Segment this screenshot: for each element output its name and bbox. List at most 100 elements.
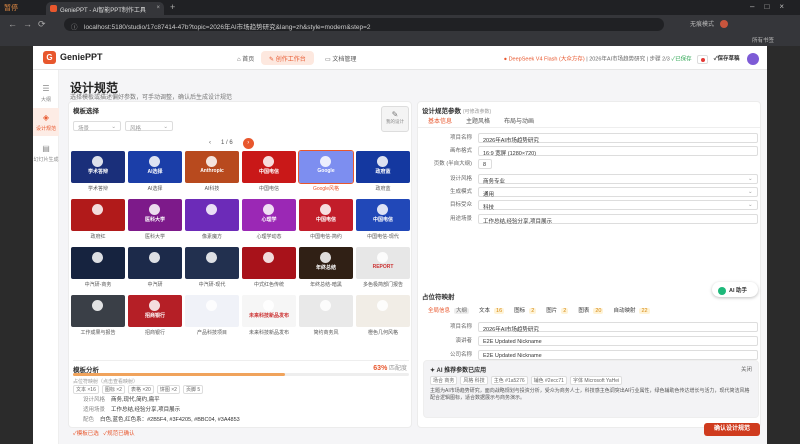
scene-filter[interactable]: 场景 ⌄ bbox=[73, 121, 121, 132]
template-card[interactable]: 像素魔方 bbox=[185, 199, 239, 243]
param-row: 设计风格 商务专业 ⌄ bbox=[428, 174, 758, 185]
param-value[interactable]: 科技 bbox=[478, 200, 758, 211]
template-card[interactable]: 橙色几何风格 bbox=[356, 295, 410, 339]
analysis-row: 适用场景 工作总结,经验分享,项目展示 bbox=[83, 405, 240, 413]
my-design-button[interactable]: ✎ 我的设计 bbox=[381, 106, 409, 132]
profile-avatar[interactable] bbox=[720, 20, 729, 29]
ai-assistant-button[interactable]: AI 助手 bbox=[712, 282, 758, 297]
placeholder-tab[interactable]: 图表 20 bbox=[578, 308, 604, 314]
template-emblem-icon bbox=[206, 156, 217, 167]
template-card[interactable]: 中国电信 中国电信 bbox=[242, 151, 296, 195]
close-tab-icon[interactable]: × bbox=[156, 5, 160, 11]
template-card[interactable]: Anthropic AI科技 bbox=[185, 151, 239, 195]
template-card[interactable]: 中汽研 bbox=[128, 247, 182, 291]
template-emblem-icon bbox=[149, 300, 160, 311]
placeholder-value[interactable]: E2E Updated Nickname bbox=[478, 336, 758, 346]
param-value[interactable]: 通用 bbox=[478, 187, 758, 198]
nav-docs[interactable]: ▭ 文档管理 bbox=[317, 51, 364, 65]
model-selector[interactable]: ● DeepSeek V4 Flash (大众方存) bbox=[504, 56, 585, 62]
template-card[interactable]: 招商银行 招商银行 bbox=[128, 295, 182, 339]
placeholder-tab-count: 2 bbox=[529, 308, 537, 314]
score-value: 63 bbox=[373, 365, 382, 372]
template-card[interactable]: 年终总结 年终总结-暗黑 bbox=[299, 247, 353, 291]
site-info-icon[interactable]: ⓘ bbox=[71, 21, 78, 31]
browser-tab[interactable]: GeniePPT - AI智能PPT制作工具 × bbox=[46, 2, 164, 15]
placeholder-tabs: 全局信息 大纲 文本 16 图标 2 图片 2 图表 20 自动映射 22 bbox=[428, 306, 660, 314]
template-card[interactable]: Google Google风格 bbox=[298, 150, 354, 195]
template-thumbnail bbox=[299, 295, 353, 327]
sidebar-item-slides[interactable]: ▤ 幻灯片生成 bbox=[33, 140, 59, 166]
placeholder-tab[interactable]: 文本 16 bbox=[479, 308, 505, 314]
ai-recommend-card: ✦ AI 推荐参数已应用 关闭 场合 商务 风格 科技 主色 #1a5276 辅色 #… bbox=[423, 360, 759, 418]
template-card[interactable]: 中式红色传统 bbox=[242, 247, 296, 291]
next-page-icon[interactable]: › bbox=[242, 138, 254, 149]
user-avatar[interactable] bbox=[747, 53, 759, 65]
prev-page-icon[interactable]: ‹ bbox=[209, 140, 211, 146]
param-label: 设计风格 bbox=[449, 176, 472, 182]
record-icon[interactable] bbox=[697, 54, 709, 64]
nav-studio[interactable]: ✎ 创作工作台 bbox=[261, 51, 314, 65]
placeholder-value[interactable]: E2E Updated Nickname bbox=[478, 350, 758, 360]
template-card[interactable]: 医科大学 医科大学 bbox=[128, 199, 182, 243]
params-title-text: 设计规范参数 bbox=[422, 108, 461, 115]
tab-layout-animation[interactable]: 布局与动画 bbox=[504, 119, 534, 125]
template-card[interactable]: 中国电信 中国电信-简约 bbox=[299, 199, 353, 243]
template-emblem-icon bbox=[92, 204, 103, 215]
template-card[interactable]: AI选择 AI选择 bbox=[128, 151, 182, 195]
param-value[interactable]: 商务专业 bbox=[478, 174, 758, 185]
placeholder-tab[interactable]: 图标 2 bbox=[514, 308, 537, 314]
nav-studio-label: 创作工作台 bbox=[275, 57, 306, 63]
template-card[interactable]: 政府蓝 政府蓝 bbox=[356, 151, 410, 195]
sidebar-item-design[interactable]: ◈ 设计规范 bbox=[33, 108, 59, 136]
template-label: AI科技 bbox=[204, 186, 220, 192]
sidebar-item-label: 幻灯片生成 bbox=[33, 157, 59, 163]
template-card[interactable]: 心理学 心理学动态 bbox=[242, 199, 296, 243]
all-bookmarks[interactable]: 所有书签 bbox=[752, 38, 774, 44]
placeholder-value[interactable]: 2026年AI市场趋势研究 bbox=[478, 322, 758, 333]
style-filter[interactable]: 风格 ⌄ bbox=[125, 121, 173, 132]
template-label: 多色极简部门报告 bbox=[362, 282, 403, 288]
confirm-spec-button[interactable]: 确认设计规范 bbox=[704, 423, 760, 436]
nav-arrows-icon[interactable]: ←→⟳ bbox=[8, 19, 52, 30]
template-emblem-icon bbox=[206, 204, 217, 215]
ai-chip: 风格 科技 bbox=[460, 376, 488, 385]
window-controls[interactable]: –□× bbox=[750, 2, 794, 11]
nav-home[interactable]: ⌂ 首页 bbox=[229, 51, 262, 65]
close-recommend-button[interactable]: 关闭 bbox=[741, 365, 752, 373]
template-panel: 模板选择 场景 ⌄ 风格 ⌄ ✎ 我的设计 ‹ 1 / 6 › 学术答辩 学术答辩 AI选择 A… bbox=[68, 101, 412, 428]
save-draft-button[interactable]: ✓保存草稿 bbox=[714, 54, 740, 62]
param-value[interactable]: 8 bbox=[478, 159, 492, 169]
template-card[interactable]: 产品科技项目 bbox=[185, 295, 239, 339]
app-logo: G bbox=[43, 51, 56, 64]
param-value[interactable]: 工作总结,经验分享,项目展示 bbox=[478, 214, 758, 225]
template-thumbnail: 招商银行 bbox=[128, 295, 182, 327]
browser-profile[interactable]: 无痕模式 bbox=[690, 19, 729, 29]
mapping-hint[interactable]: 占位符映射（点击查看映射） bbox=[73, 378, 138, 385]
sidebar-item-label: 设计规范 bbox=[35, 126, 56, 132]
new-tab-icon[interactable]: + bbox=[170, 2, 175, 12]
template-thumbnail bbox=[71, 295, 125, 327]
sidebar-item-outline[interactable]: ☰ 大纲 bbox=[33, 80, 59, 106]
template-card[interactable]: 中汽研-现代 bbox=[185, 247, 239, 291]
url-field[interactable]: ⓘ localhost:5180/studio/17c87414-47b?topi… bbox=[64, 18, 664, 31]
template-card[interactable]: REPORT 多色极简部门报告 bbox=[356, 247, 410, 291]
placeholder-tab[interactable]: 图片 2 bbox=[546, 308, 569, 314]
template-card[interactable]: 工作成果与报告 bbox=[71, 295, 125, 339]
template-cover-text: 年终总结 bbox=[315, 265, 336, 271]
template-card[interactable]: 学术答辩 学术答辩 bbox=[71, 151, 125, 195]
ai-recommend-title: ✦ AI 推荐参数已应用 bbox=[430, 365, 486, 374]
param-value[interactable]: 2026年AI市场趋势研究 bbox=[478, 133, 758, 144]
tab-theme-style[interactable]: 主题风格 bbox=[466, 119, 490, 125]
template-card[interactable]: 简约商务风 bbox=[299, 295, 353, 339]
template-card[interactable]: 未来科技新品发布 未来科技新品发布 bbox=[242, 295, 296, 339]
template-thumbnail: AI选择 bbox=[128, 151, 182, 183]
template-card[interactable]: 中汽研-商务 bbox=[71, 247, 125, 291]
param-value[interactable]: 16:9 宽屏 (1280×720) bbox=[478, 146, 758, 157]
template-card[interactable]: 政府红 bbox=[71, 199, 125, 243]
param-row: 项目名称 2026年AI市场趋势研究 bbox=[428, 133, 758, 144]
template-card[interactable]: 中国电信 中国电信-现代 bbox=[356, 199, 410, 243]
template-emblem-icon bbox=[377, 156, 388, 167]
placeholder-row: 演讲者 E2E Updated Nickname bbox=[428, 336, 758, 346]
placeholder-tab[interactable]: 全局信息 大纲 bbox=[428, 308, 470, 314]
placeholder-tab[interactable]: 自动映射 22 bbox=[613, 308, 650, 314]
